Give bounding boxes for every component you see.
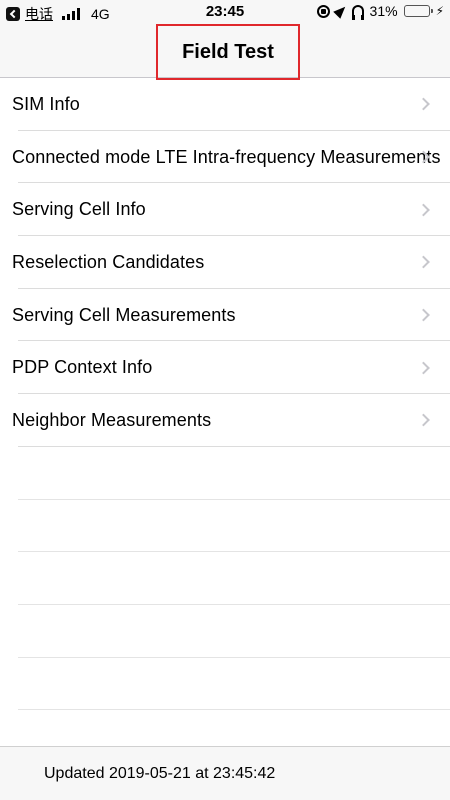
navigation-bar: Field Test [0, 24, 450, 80]
battery-percent: 31% [369, 3, 398, 19]
chevron-right-icon [417, 414, 430, 427]
battery-icon [403, 5, 433, 17]
menu-item-label: Neighbor Measurements [12, 409, 212, 430]
chevron-right-icon [417, 308, 430, 322]
menu-item-label: PDP Context Info [12, 357, 153, 378]
status-bar: 电话 4G 23:45 31% ⚡ [0, 0, 450, 24]
page-title: Field Test [182, 40, 274, 63]
menu-item-label: Serving Cell Measurements [12, 304, 236, 325]
chevron-right-icon [417, 97, 430, 111]
menu-item-label: Connected mode LTE Intra-frequency Measu… [12, 146, 441, 167]
menu-item-label: Reselection Candidates [12, 251, 205, 272]
empty-row [0, 552, 450, 605]
menu-item-sim-info[interactable]: SIM Info [0, 78, 450, 131]
menu-item-label: Serving Cell Info [12, 199, 146, 220]
chevron-right-icon [417, 203, 430, 217]
field-test-menu-list: SIM Info Connected mode LTE Intra-freque… [0, 78, 450, 710]
footer-toolbar: Updated 2019-05-21 at 23:45:42 [0, 746, 450, 800]
title-highlight-box: Field Test [156, 24, 300, 80]
menu-item-pdp-context-info[interactable]: PDP Context Info [0, 341, 450, 394]
menu-item-serving-cell-measurements[interactable]: Serving Cell Measurements [0, 289, 450, 342]
orientation-lock-icon [316, 4, 330, 18]
empty-row [0, 447, 450, 500]
status-bar-right: 31% ⚡ [316, 3, 444, 20]
menu-item-reselection-candidates[interactable]: Reselection Candidates [0, 236, 450, 289]
menu-item-serving-cell-info[interactable]: Serving Cell Info [0, 183, 450, 236]
location-arrow-icon [332, 3, 349, 19]
menu-item-lte-intra-frequency[interactable]: Connected mode LTE Intra-frequency Measu… [0, 131, 450, 184]
menu-item-label: SIM Info [12, 93, 80, 114]
empty-row [0, 605, 450, 658]
empty-row [0, 658, 450, 711]
menu-item-neighbor-measurements[interactable]: Neighbor Measurements [0, 394, 450, 447]
headphones-icon [351, 5, 364, 20]
charging-bolt-icon: ⚡ [435, 4, 444, 18]
chevron-right-icon [417, 361, 430, 375]
chevron-right-icon [417, 256, 430, 269]
last-updated-text: Updated 2019-05-21 at 23:45:42 [44, 764, 276, 782]
empty-row [0, 500, 450, 553]
